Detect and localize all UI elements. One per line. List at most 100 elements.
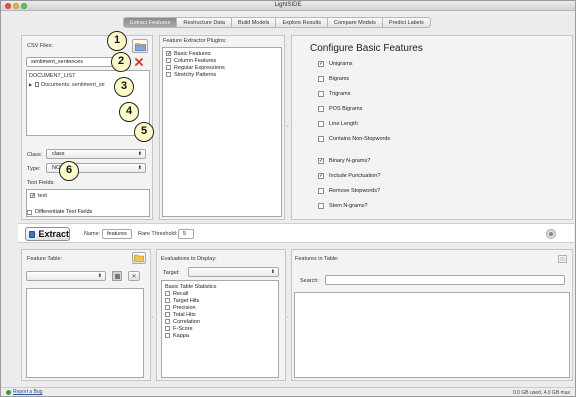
metric-item[interactable]: Recall [165, 290, 275, 297]
metric-checkbox[interactable] [165, 312, 170, 317]
config-checkbox[interactable] [318, 106, 324, 112]
metric-checkbox[interactable] [165, 333, 170, 338]
metric-checkbox[interactable] [165, 319, 170, 324]
splitter-handle[interactable]: • [152, 314, 153, 319]
config-option[interactable]: ✓ Binary N-grams? [318, 158, 370, 164]
config-checkbox[interactable]: ✓ [318, 61, 324, 67]
export-features-button[interactable] [556, 254, 568, 264]
stop-icon [549, 232, 553, 236]
config-option[interactable]: Remove Stopwords? [318, 188, 380, 194]
metric-checkbox[interactable] [165, 291, 170, 296]
config-checkbox[interactable] [318, 188, 324, 194]
target-select[interactable]: ⬍ [188, 267, 279, 277]
config-option[interactable]: POS Bigrams [318, 106, 362, 112]
remove-file-button[interactable] [134, 57, 144, 67]
plugin-checkbox[interactable] [166, 58, 171, 63]
config-option[interactable]: Bigrams [318, 76, 349, 82]
config-checkbox[interactable]: ✓ [318, 173, 324, 179]
text-field-item[interactable]: ✓ text [30, 192, 146, 199]
metric-checkbox[interactable] [165, 298, 170, 303]
delete-feature-table-button[interactable]: ✕ [128, 271, 140, 281]
class-select[interactable]: class ⬍ [46, 149, 146, 159]
chevron-updown-icon: ⬍ [137, 151, 142, 157]
open-file-button[interactable] [132, 39, 148, 53]
config-option[interactable]: Trigrams [318, 91, 351, 97]
title-bar: LightSIDE [1, 1, 575, 11]
chevron-updown-icon: ⬍ [270, 269, 275, 275]
metric-checkbox[interactable] [165, 305, 170, 310]
tab-build-models[interactable]: Build Models [231, 17, 277, 28]
cancel-extract-button[interactable] [546, 229, 556, 239]
save-feature-table-button[interactable] [112, 271, 122, 281]
extract-icon [29, 230, 36, 238]
plugin-item[interactable]: Column Features [166, 57, 278, 64]
feature-table-list[interactable] [26, 288, 144, 378]
tab-extract-features[interactable]: Extract Features [123, 17, 178, 28]
csv-files-label: CSV Files: [27, 43, 53, 49]
status-bar: Report a Bug 0.0 GB used, 4.0 GB max [1, 387, 575, 396]
config-checkbox[interactable] [318, 121, 324, 127]
tree-expand-icon[interactable]: ▶ [29, 82, 32, 87]
plugin-checkbox[interactable] [166, 72, 171, 77]
config-checkbox[interactable] [318, 91, 324, 97]
name-field[interactable]: features [102, 229, 132, 239]
config-checkbox[interactable]: ✓ [318, 158, 324, 164]
differentiate-label: Differentiate Text Fields [35, 209, 93, 215]
tree-child-item[interactable]: ▶ Documents: sentiment_se [29, 82, 105, 88]
differentiate-checkbox[interactable] [27, 209, 32, 215]
target-label: Target: [163, 270, 180, 276]
plugin-item[interactable]: ✓ Basic Features [166, 50, 278, 57]
tab-explore-results[interactable]: Explore Results [276, 17, 328, 28]
evaluation-metrics-list: Basic Table Statistics Recall Target Hit… [161, 280, 279, 378]
class-label: Class: [27, 152, 43, 158]
extract-button-label: Extract [38, 229, 69, 239]
extract-button[interactable]: Extract [25, 227, 70, 241]
metric-item[interactable]: Total Hits [165, 311, 275, 318]
feature-table-select[interactable]: ⬍ [26, 271, 106, 281]
splitter-handle[interactable]: • [287, 314, 288, 319]
window-title: LightSIDE [274, 2, 302, 8]
rare-threshold-field[interactable]: 5 [178, 229, 194, 239]
plugins-label: Feature Extractor Plugins: [163, 38, 227, 44]
config-label: Stem N-grams? [329, 203, 368, 209]
plugin-checkbox[interactable]: ✓ [166, 51, 171, 57]
metric-item[interactable]: Correlation [165, 318, 275, 325]
search-input[interactable] [325, 275, 565, 285]
features-list[interactable] [294, 292, 570, 378]
plugin-item[interactable]: Stretchy Patterns [166, 71, 278, 78]
config-option[interactable]: Contains Non-Stopwords [318, 136, 390, 142]
metric-item[interactable]: Precision [165, 304, 275, 311]
tab-compare-models[interactable]: Compare Models [327, 17, 383, 28]
config-option[interactable]: ✓ Unigrams [318, 61, 353, 67]
load-feature-table-button[interactable] [132, 252, 146, 264]
type-label: Type: [27, 166, 41, 172]
search-label: Search: [300, 278, 319, 284]
metric-checkbox[interactable] [165, 326, 170, 331]
config-checkbox[interactable] [318, 203, 324, 209]
plugin-label: Column Features [174, 57, 217, 64]
text-field-checkbox[interactable]: ✓ [30, 193, 35, 199]
document-icon [34, 82, 39, 87]
config-checkbox[interactable] [318, 76, 324, 82]
config-option[interactable]: Stem N-grams? [318, 203, 368, 209]
feature-table-label: Feature Table: [27, 256, 63, 262]
csv-file-field[interactable]: sentiment_sentences [26, 57, 122, 67]
differentiate-text-fields-option[interactable]: Differentiate Text Fields [27, 209, 92, 215]
callout-1: 1 [107, 31, 127, 51]
config-option[interactable]: Line Length [318, 121, 358, 127]
config-label: Remove Stopwords? [329, 188, 381, 194]
config-checkbox[interactable] [318, 136, 324, 142]
metric-item[interactable]: Kappa [165, 332, 275, 339]
splitter-handle[interactable]: • [287, 123, 288, 128]
class-select-value: class [52, 151, 65, 157]
config-option[interactable]: ✓ Include Punctuation? [318, 173, 380, 179]
report-bug-link[interactable]: Report a Bug [6, 389, 42, 395]
tab-restructure-data[interactable]: Restructure Data [177, 17, 232, 28]
rare-threshold-label: Rare Threshold: [138, 231, 178, 237]
plugin-item[interactable]: Regular Expressions [166, 64, 278, 71]
metric-item[interactable]: F-Score [165, 325, 275, 332]
config-label: Bigrams [329, 76, 350, 82]
plugin-checkbox[interactable] [166, 65, 171, 70]
tab-predict-labels[interactable]: Predict Labels [382, 17, 431, 28]
metric-item[interactable]: Target Hits [165, 297, 275, 304]
